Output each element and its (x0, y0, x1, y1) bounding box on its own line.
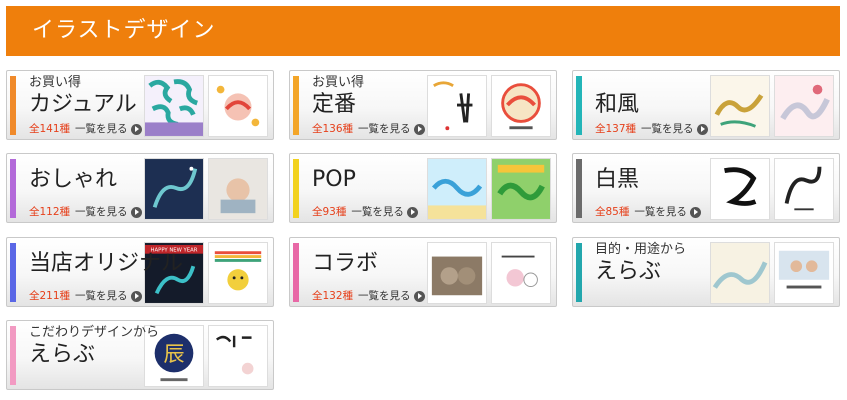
view-list-link[interactable]: 一覧を見る (641, 122, 694, 136)
circle-play-arrow-icon (689, 206, 701, 218)
card-footer: 全93種 一覧を見る (312, 205, 418, 219)
thumbnail-calligraphy-card (208, 325, 268, 387)
card-title: おしゃれ (29, 167, 118, 192)
view-list-link[interactable]: 一覧を見る (351, 205, 404, 219)
view-list-link[interactable]: 一覧を見る (75, 122, 128, 136)
card-title: 白黒 (595, 167, 640, 192)
card-thumbnails (427, 241, 553, 305)
card-thumbnails (710, 157, 836, 221)
view-list-link[interactable]: 一覧を見る (358, 122, 411, 136)
thumbnail-dragon-pattern (144, 75, 204, 137)
card-footer: 全85種 一覧を見る (595, 205, 701, 219)
circle-play-arrow-icon (413, 290, 425, 302)
view-list-link[interactable]: 一覧を見る (75, 289, 128, 303)
thumbnail-ink-kanji (710, 158, 770, 220)
card-subtitle: お買い得 (29, 75, 82, 90)
circle-play-arrow-icon (130, 123, 142, 135)
accent-bar (10, 76, 16, 135)
view-list-link[interactable]: 一覧を見る (358, 289, 411, 303)
thumbnail-scenery (710, 242, 770, 304)
card-thumbnails (144, 74, 270, 138)
thumbnail-rainbow-dragon (208, 242, 268, 304)
category-card-kodawari[interactable]: こだわりデザインから えらぶ 辰 (6, 320, 274, 390)
thumbnail-dragon-card (208, 75, 268, 137)
card-thumbnails (427, 74, 553, 138)
thumbnail-golden-dragon (710, 75, 770, 137)
circle-play-arrow-icon (130, 290, 142, 302)
design-count: 全136種 (312, 123, 354, 135)
thumbnail-family-photo (774, 242, 834, 304)
accent-bar (293, 159, 299, 218)
section-title: イラストデザイン (32, 18, 216, 43)
card-thumbnails (427, 157, 553, 221)
card-footer: 全132種 一覧を見る (312, 289, 425, 303)
accent-bar (293, 76, 299, 135)
card-title: POP (312, 167, 356, 192)
card-footer: 全211種 一覧を見る (29, 289, 142, 303)
accent-bar (10, 243, 16, 302)
design-count: 全137種 (595, 123, 637, 135)
category-card-wafu[interactable]: 和風 全137種 一覧を見る (572, 70, 840, 140)
accent-bar (576, 159, 582, 218)
card-title: えらぶ (595, 259, 662, 284)
card-footer: 全137種 一覧を見る (595, 122, 708, 136)
accent-bar (293, 243, 299, 302)
section-header: イラストデザイン (6, 6, 840, 56)
thumbnail-cat-photo (427, 242, 487, 304)
circle-play-arrow-icon (130, 206, 142, 218)
category-card-casual[interactable]: お買い得 カジュアル 全141種 一覧を見る (6, 70, 274, 140)
circle-play-arrow-icon (406, 206, 418, 218)
category-card-shirokuro[interactable]: 白黒 全85種 一覧を見る (572, 153, 840, 223)
thumbnail-white-dragon (774, 75, 834, 137)
card-subtitle (595, 75, 639, 91)
card-title: カジュアル (29, 92, 137, 117)
design-count: 全93種 (312, 206, 347, 218)
card-title: 和風 (595, 92, 640, 117)
card-title: えらぶ (29, 342, 96, 367)
card-thumbnails (710, 241, 836, 305)
card-subtitle: お買い得 (312, 75, 365, 90)
card-thumbnails: 辰 (144, 324, 270, 388)
view-list-link[interactable]: 一覧を見る (634, 205, 687, 219)
design-count: 全85種 (595, 206, 630, 218)
thumbnail-green-dragon (491, 158, 551, 220)
accent-bar (576, 76, 582, 135)
card-thumbnails (710, 74, 836, 138)
card-footer: 全136種 一覧を見る (312, 122, 425, 136)
card-thumbnails (144, 157, 270, 221)
category-card-standard[interactable]: お買い得 定番 全136種 一覧を見る (289, 70, 557, 140)
design-count: 全141種 (29, 123, 71, 135)
card-footer: 全141種 一覧を見る (29, 122, 142, 136)
circle-play-arrow-icon (696, 123, 708, 135)
category-card-pop[interactable]: POP 全93種 一覧を見る (289, 153, 557, 223)
thumbnail-kanji: 辰 (163, 342, 184, 367)
category-card-collab[interactable]: コラボ 全132種 一覧を見る (289, 237, 557, 307)
thumbnail-ink-dragon (774, 158, 834, 220)
design-count: 全112種 (29, 206, 71, 218)
card-subtitle: 目的・用途から (595, 242, 687, 257)
card-title: コラボ (312, 251, 379, 276)
card-footer: 全112種 一覧を見る (29, 205, 142, 219)
thumbnail-calligraphy (427, 75, 487, 137)
view-list-link[interactable]: 一覧を見る (75, 205, 128, 219)
design-count: 全211種 (29, 290, 71, 302)
accent-bar (10, 326, 16, 385)
thumbnail-navy-dragon (144, 158, 204, 220)
thumbnail-baby-photo (208, 158, 268, 220)
category-card-oshare[interactable]: おしゃれ 全112種 一覧を見る (6, 153, 274, 223)
circle-play-arrow-icon (413, 123, 425, 135)
accent-bar (576, 243, 582, 302)
design-count: 全132種 (312, 290, 354, 302)
thumbnail-character-card (491, 242, 551, 304)
category-card-original[interactable]: 当店オリジナル 全211種 一覧を見る HAPPY NEW YEAR (6, 237, 274, 307)
category-card-purpose[interactable]: 目的・用途から えらぶ (572, 237, 840, 307)
card-subtitle: こだわりデザインから (29, 325, 160, 340)
thumbnail-dragon-circle (491, 75, 551, 137)
card-title: 定番 (312, 92, 357, 117)
card-title: 当店オリジナル (29, 251, 184, 276)
accent-bar (10, 159, 16, 218)
thumbnail-sea-dragon (427, 158, 487, 220)
